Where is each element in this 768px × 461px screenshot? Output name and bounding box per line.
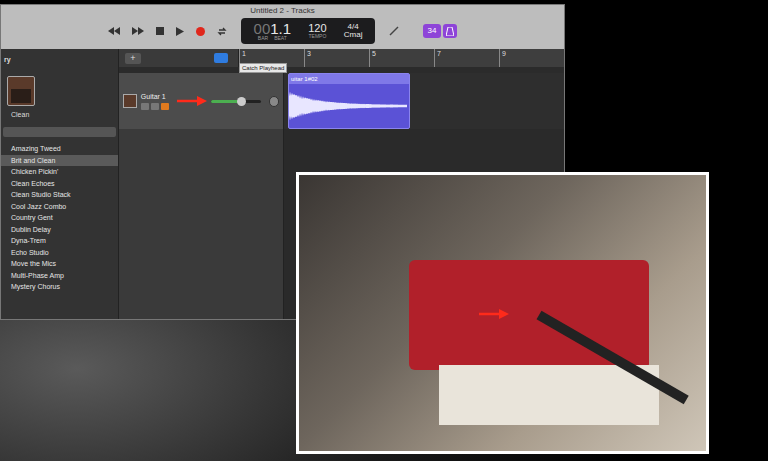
tuner-icon[interactable] xyxy=(389,26,399,36)
forward-icon[interactable] xyxy=(132,27,144,35)
cycle-icon[interactable] xyxy=(217,27,227,36)
patch-list: Amazing TweedBrit and CleanChicken Picki… xyxy=(1,143,118,293)
rewind-icon[interactable] xyxy=(108,27,120,35)
catch-playhead-button[interactable] xyxy=(214,53,228,63)
ruler-tick: 3 xyxy=(304,49,369,67)
volume-slider[interactable] xyxy=(211,100,262,103)
lcd[interactable]: 001.1BARBEAT120TEMPO4/4Cmaj xyxy=(241,18,375,44)
page: Untitled 2 - Tracks 001.1BARBEAT120TEMPO4… xyxy=(0,0,768,461)
amp-image xyxy=(7,76,35,106)
track-header[interactable]: Guitar 1 xyxy=(119,73,284,129)
patch-item[interactable]: Country Gent xyxy=(1,212,118,224)
track-name: Guitar 1 xyxy=(141,92,169,101)
amp-name: Clean xyxy=(1,110,118,119)
metronome-icon xyxy=(446,27,454,36)
record-icon[interactable] xyxy=(196,27,205,36)
add-track-button[interactable]: + xyxy=(125,53,141,64)
patch-item[interactable]: Chicken Pickin' xyxy=(1,166,118,178)
patch-item[interactable]: Amazing Tweed xyxy=(1,143,118,155)
pan-knob[interactable] xyxy=(269,96,279,107)
volume-knob[interactable] xyxy=(237,97,246,106)
window-title: Untitled 2 - Tracks xyxy=(250,6,314,16)
annotation-arrow-icon xyxy=(177,95,207,107)
timeline: uitar 1#02 xyxy=(284,73,564,129)
library-header: ry xyxy=(1,49,118,64)
library-panel: ry Clean Amazing TweedBrit and CleanChicke… xyxy=(1,49,119,319)
photo-arrow-icon xyxy=(479,308,509,320)
patch-item[interactable]: Multi-Phase Amp xyxy=(1,270,118,282)
waveform-icon xyxy=(289,90,407,122)
ruler-tick: 5 xyxy=(369,49,434,67)
amp-track-icon xyxy=(123,94,137,108)
mute-button[interactable] xyxy=(141,103,149,110)
play-icon[interactable] xyxy=(176,27,184,36)
record-enable-button[interactable] xyxy=(161,103,169,110)
region-label: uitar 1#02 xyxy=(289,74,409,84)
solo-button[interactable] xyxy=(151,103,159,110)
patch-item[interactable]: Echo Studio xyxy=(1,247,118,259)
track-header-bar: +Catch Playhead xyxy=(119,49,239,67)
audio-region[interactable]: uitar 1#02 xyxy=(288,73,410,129)
ruler[interactable]: 13579 xyxy=(239,49,564,67)
patch-item[interactable]: Clean Echoes xyxy=(1,178,118,190)
metronome-badge[interactable] xyxy=(443,24,457,38)
ruler-tick: 7 xyxy=(434,49,499,67)
patch-item[interactable]: Brit and Clean xyxy=(1,155,118,167)
tooltip: Catch Playhead xyxy=(239,63,287,73)
stop-icon[interactable] xyxy=(156,27,164,35)
photo xyxy=(296,172,709,454)
search-field[interactable] xyxy=(3,127,116,137)
ruler-tick: 9 xyxy=(499,49,564,67)
count-in-badge[interactable]: 34 xyxy=(423,24,441,38)
patch-item[interactable]: Cool Jazz Combo xyxy=(1,201,118,213)
patch-item[interactable]: Clean Studio Stack xyxy=(1,189,118,201)
patch-item[interactable]: Dublin Delay xyxy=(1,224,118,236)
toolbar: Untitled 2 - Tracks 001.1BARBEAT120TEMPO4… xyxy=(1,5,564,49)
patch-item[interactable]: Move the Mics xyxy=(1,258,118,270)
patch-item[interactable]: Mystery Chorus xyxy=(1,281,118,293)
patch-item[interactable]: Dyna-Trem xyxy=(1,235,118,247)
